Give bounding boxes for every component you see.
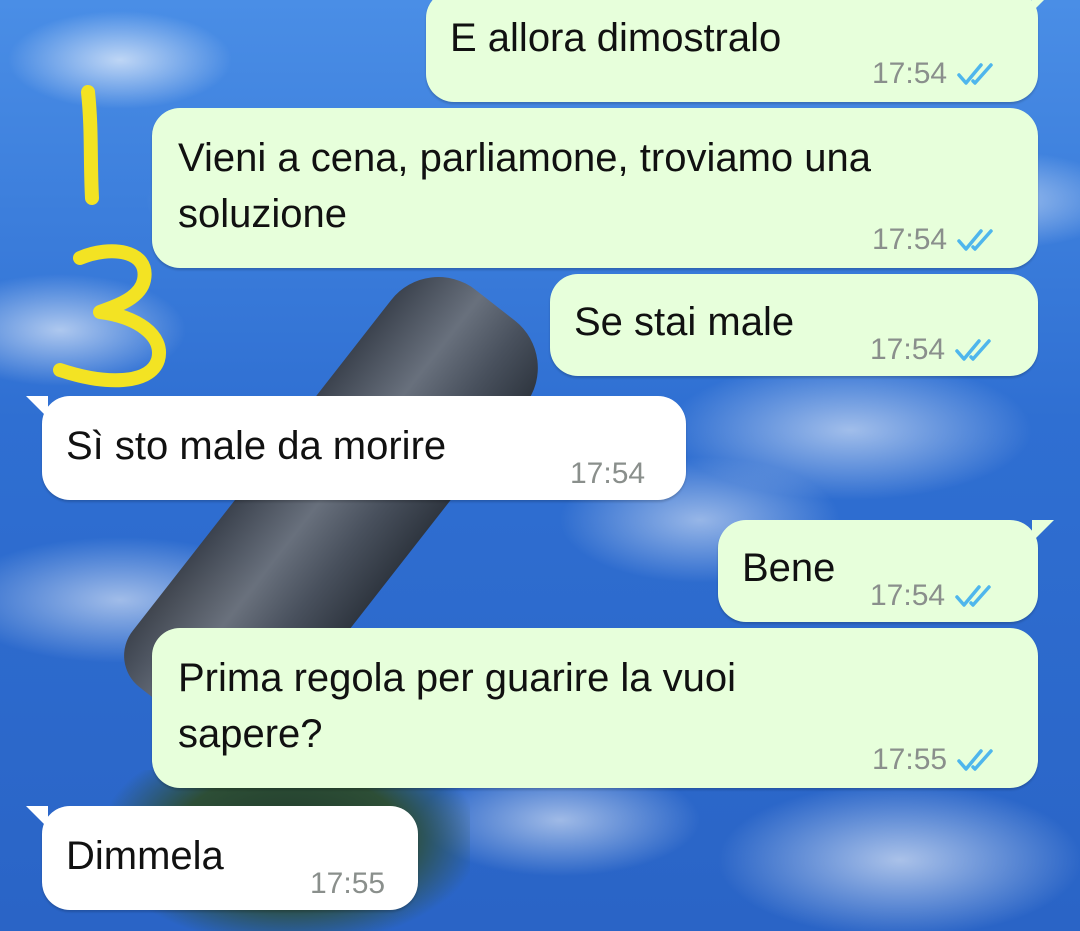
double-check-icon: [957, 229, 993, 251]
message-time: 17:55: [872, 743, 948, 776]
message-time: 17:54: [870, 333, 946, 366]
message-bubble-incoming[interactable]: Sì sto male da morire 17:54: [26, 396, 686, 502]
message-meta: 17:54: [872, 46, 999, 102]
message-meta: 17:54: [870, 322, 997, 378]
message-time: 17:54: [872, 223, 948, 256]
message-text: Se stai male: [574, 300, 795, 344]
message-meta: 17:55: [872, 732, 999, 788]
message-bubble-outgoing[interactable]: Se stai male 17:54: [550, 274, 1038, 376]
message-bubble-outgoing[interactable]: Bene 17:54: [718, 520, 1054, 624]
double-check-icon: [955, 585, 991, 607]
message-meta: 17:54: [570, 446, 645, 502]
message-time: 17:55: [310, 867, 386, 900]
message-time: 17:54: [570, 457, 646, 490]
message-text-line-1: Prima regola per guarire la vuoi: [178, 656, 737, 700]
message-text: Bene: [742, 546, 836, 590]
double-check-icon: [957, 63, 993, 85]
message-text-line-2: soluzione: [178, 192, 348, 236]
bubble-tail: [1032, 0, 1054, 12]
message-time: 17:54: [870, 579, 946, 612]
message-time: 17:54: [872, 57, 948, 90]
message-bubble-outgoing[interactable]: Vieni a cena, parliamone, troviamo una s…: [152, 108, 1038, 268]
message-text: Dimmela: [66, 834, 224, 878]
message-text: E allora dimostralo: [450, 16, 782, 60]
message-bubble-outgoing[interactable]: E allora dimostralo 17:54: [426, 0, 1054, 102]
double-check-icon: [957, 749, 993, 771]
message-meta: 17:54: [870, 568, 997, 624]
message-bubble-incoming[interactable]: Dimmela 17:55: [26, 806, 418, 912]
message-meta: 17:55: [310, 856, 385, 912]
message-text-line-1: Vieni a cena, parliamone, troviamo una: [178, 136, 872, 180]
message-text-line-2: sapere?: [178, 712, 323, 756]
message-meta: 17:54: [872, 212, 999, 268]
message-bubble-outgoing[interactable]: Prima regola per guarire la vuoi sapere?…: [152, 628, 1038, 788]
double-check-icon: [955, 339, 991, 361]
bubble-tail: [1032, 520, 1054, 542]
bubble-tail: [26, 396, 48, 418]
message-text: Sì sto male da morire: [66, 424, 447, 468]
bubble-tail: [26, 806, 48, 828]
